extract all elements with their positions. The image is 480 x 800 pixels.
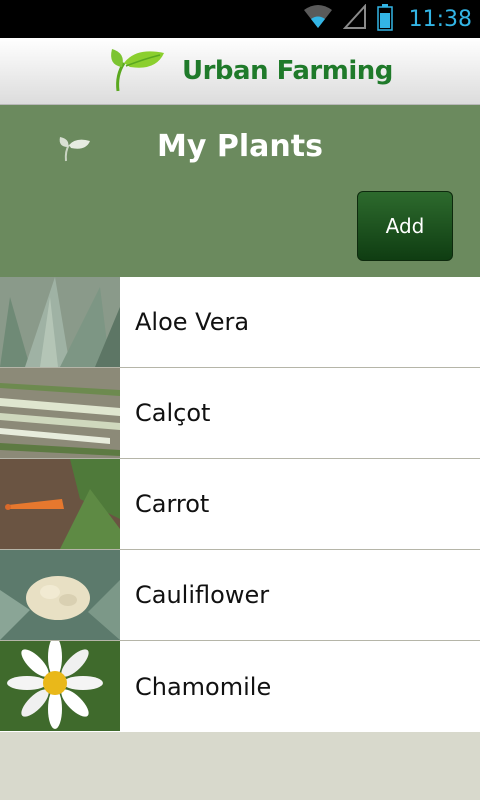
app-name: Urban Farming bbox=[182, 56, 393, 86]
status-icons: 11:38 bbox=[303, 3, 472, 35]
wifi-icon bbox=[303, 4, 333, 34]
plant-name: Cauliflower bbox=[135, 581, 270, 609]
app-header: Urban Farming bbox=[0, 38, 480, 105]
battery-icon bbox=[376, 3, 393, 35]
plant-list-item[interactable]: Calçot bbox=[0, 368, 480, 459]
plant-list: Aloe Vera Calçot Carrot Cauliflower Cham… bbox=[0, 277, 480, 732]
signal-icon bbox=[342, 3, 367, 34]
plant-name: Carrot bbox=[135, 490, 210, 518]
plant-name: Chamomile bbox=[135, 672, 272, 701]
plant-list-item[interactable]: Chamomile bbox=[0, 641, 480, 732]
brand-logo: Urban Farming bbox=[106, 46, 393, 96]
plant-name: Calçot bbox=[135, 399, 211, 427]
chamomile-photo bbox=[0, 641, 120, 732]
carrot-photo bbox=[0, 459, 120, 549]
status-bar: 11:38 bbox=[0, 0, 480, 38]
title-panel: My Plants Add bbox=[0, 105, 480, 277]
plant-name: Aloe Vera bbox=[135, 308, 250, 336]
page-title: My Plants bbox=[157, 129, 323, 164]
plant-list-item[interactable]: Aloe Vera bbox=[0, 277, 480, 368]
leaf-sprout-icon bbox=[106, 45, 172, 97]
calcot-photo bbox=[0, 368, 120, 458]
status-time: 11:38 bbox=[408, 6, 472, 32]
add-plant-button[interactable]: Add bbox=[357, 191, 453, 261]
plant-list-item[interactable]: Cauliflower bbox=[0, 550, 480, 641]
cauliflower-photo bbox=[0, 550, 120, 640]
aloe-vera-photo bbox=[0, 277, 120, 367]
plant-list-item[interactable]: Carrot bbox=[0, 459, 480, 550]
